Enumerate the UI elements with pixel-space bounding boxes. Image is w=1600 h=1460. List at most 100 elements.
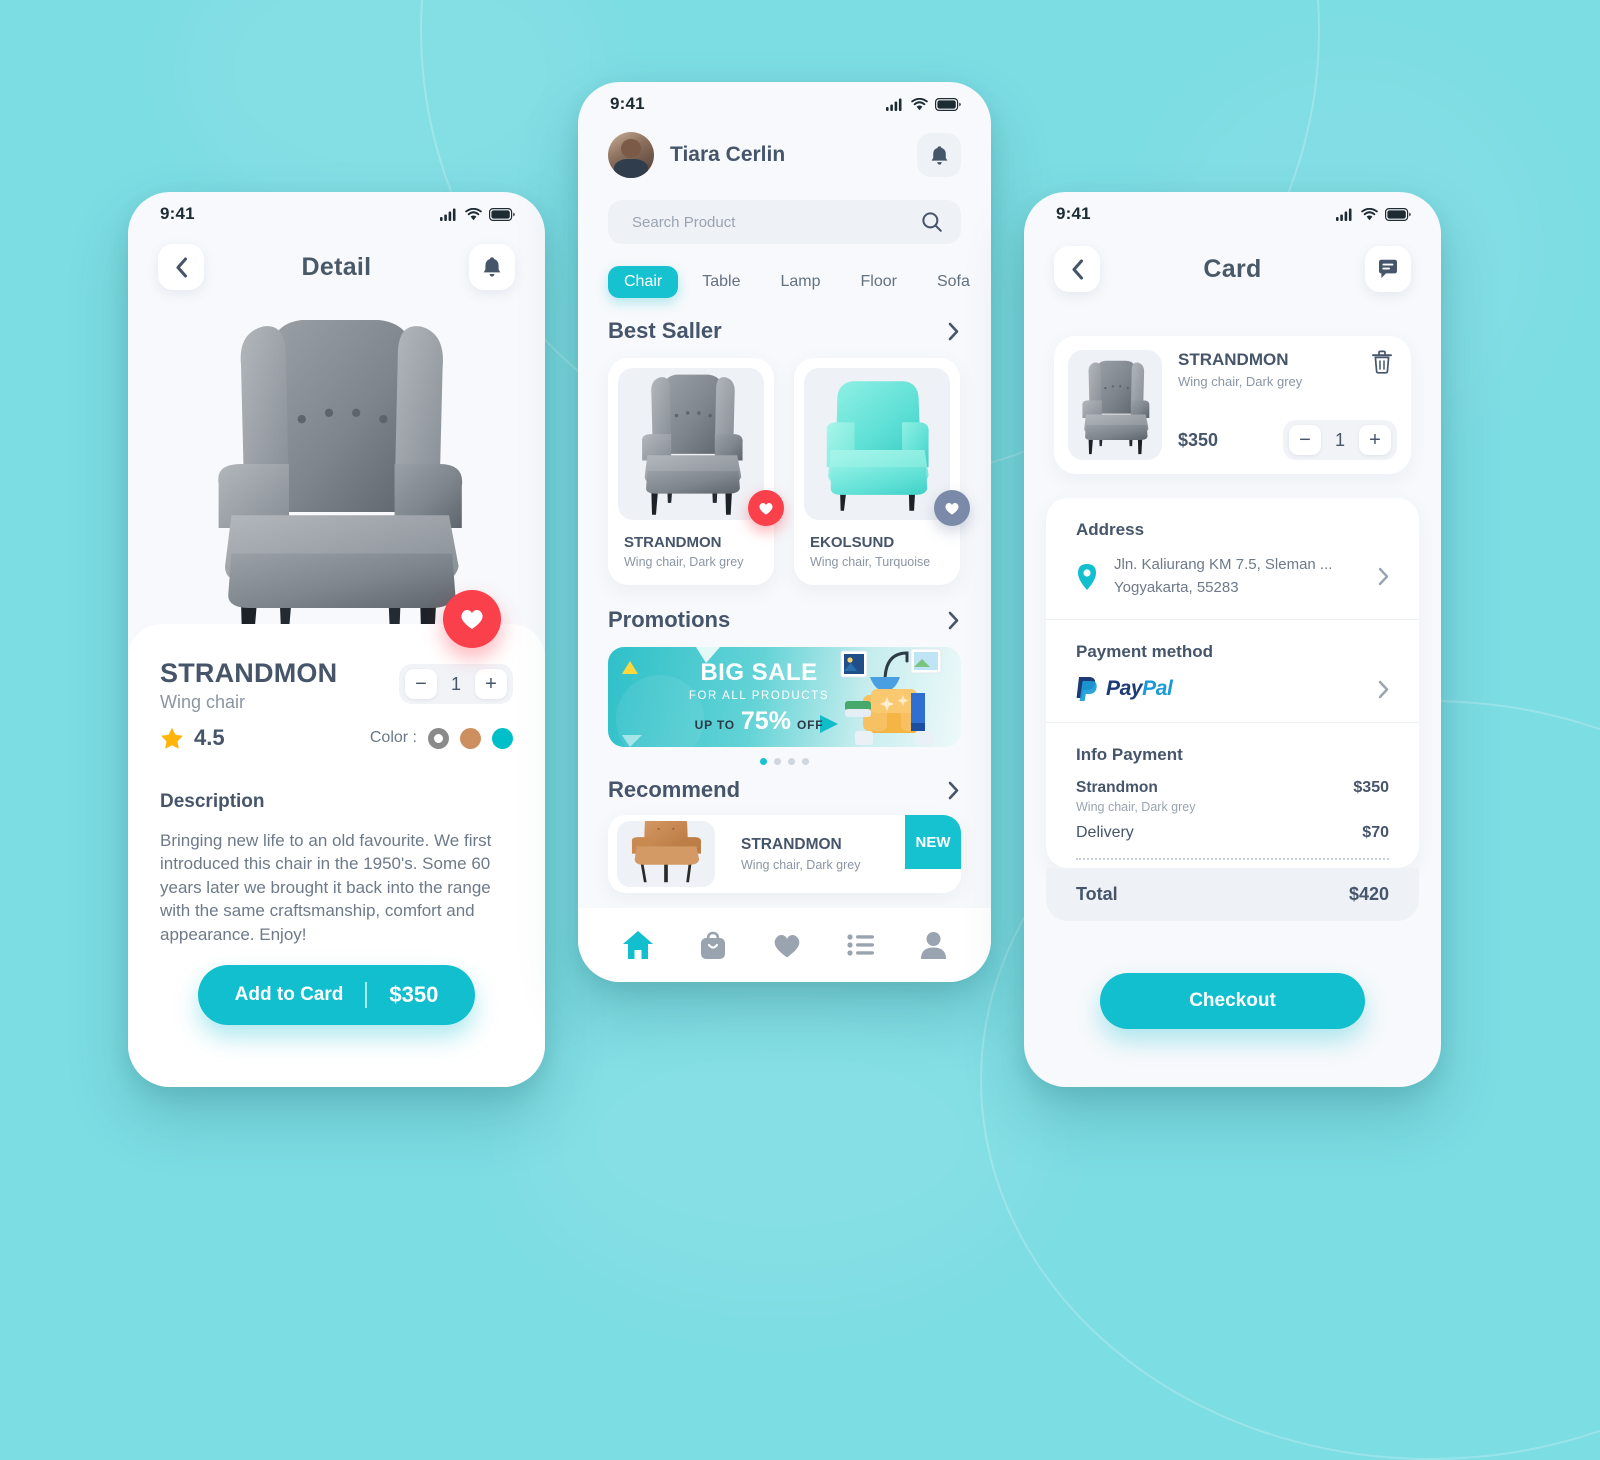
promo-illustration	[840, 648, 942, 745]
heart-icon	[759, 502, 773, 515]
category-tab-lamp[interactable]: Lamp	[764, 266, 836, 298]
bell-icon	[931, 145, 947, 165]
search-bar[interactable]	[608, 200, 961, 244]
list-icon[interactable]	[847, 933, 875, 957]
notifications-button[interactable]	[468, 244, 515, 290]
bag-icon[interactable]	[699, 931, 727, 960]
payment-method-section[interactable]: Payment method PayPal	[1046, 620, 1419, 723]
promotions-header: Promotions	[578, 585, 991, 633]
chevron-right-icon[interactable]	[948, 781, 959, 800]
chevron-right-icon[interactable]	[948, 611, 959, 630]
address-line-2: Yogyakarta, 55283	[1114, 578, 1239, 596]
carousel-dot[interactable]	[802, 758, 809, 765]
heart-icon[interactable]	[772, 932, 802, 959]
add-to-card-price: $350	[389, 982, 439, 1007]
profile-icon[interactable]	[920, 931, 947, 959]
quantity-decrease-button[interactable]: −	[405, 669, 437, 699]
product-image	[1068, 350, 1162, 460]
product-name: STRANDMON	[741, 836, 842, 853]
paypal-label-b: Pal	[1142, 677, 1173, 700]
background-blob	[520, 980, 1040, 1300]
address-heading: Address	[1076, 520, 1145, 539]
color-selector[interactable]: Color :	[370, 727, 513, 749]
page-title: Detail	[301, 252, 372, 281]
avatar[interactable]	[608, 132, 654, 178]
promo-off: OFF	[796, 718, 824, 732]
quantity-decrease-button[interactable]: −	[1289, 425, 1321, 455]
product-name: EKOLSUND	[810, 534, 895, 551]
category-tab-table[interactable]: Table	[686, 266, 756, 298]
promo-upto: UP TO	[694, 718, 735, 732]
product-card[interactable]: EKOLSUND Wing chair, Turquoise	[794, 358, 970, 585]
quantity-stepper[interactable]: − 1 +	[1283, 420, 1397, 460]
detail-navbar: Detail	[128, 236, 545, 290]
color-swatch-turquoise[interactable]	[492, 727, 513, 749]
favorite-button[interactable]	[934, 490, 970, 526]
promotion-banner[interactable]: BIG SALE FOR ALL PRODUCTS UP TO 75% OFF	[608, 647, 961, 747]
cart-item: STRANDMON Wing chair, Dark grey $350 − 1…	[1054, 336, 1411, 474]
battery-icon	[1385, 207, 1411, 221]
category-tab-floor[interactable]: Floor	[845, 266, 913, 298]
category-tabs[interactable]: Chair Table Lamp Floor Sofa	[578, 244, 991, 298]
product-subtitle: Wing chair	[160, 692, 246, 712]
rating-value: 4.5	[194, 725, 225, 750]
product-image	[617, 821, 715, 887]
phone-detail-screen: 9:41 Detail STRANDMON Wing chair − 1 + 4…	[128, 192, 545, 1087]
chat-button[interactable]	[1364, 246, 1411, 292]
carousel-dot[interactable]	[760, 758, 767, 765]
battery-icon	[489, 207, 515, 221]
chair-image	[624, 368, 758, 520]
carousel-dot[interactable]	[788, 758, 795, 765]
back-button[interactable]	[158, 244, 204, 290]
favorite-button[interactable]	[443, 590, 501, 648]
status-time: 9:41	[1056, 204, 1091, 223]
recommend-card[interactable]: STRANDMON Wing chair, Dark grey NEW	[608, 815, 961, 893]
carousel-dot[interactable]	[774, 758, 781, 765]
quantity-increase-button[interactable]: +	[1359, 425, 1391, 455]
chevron-right-icon[interactable]	[1378, 680, 1389, 699]
promo-percent: 75%	[740, 707, 791, 735]
favorite-button[interactable]	[748, 490, 784, 526]
category-tab-sofa[interactable]: Sofa	[921, 266, 986, 298]
quantity-stepper[interactable]: − 1 +	[399, 664, 513, 704]
total-amount: $420	[1348, 884, 1389, 904]
status-bar: 9:41	[128, 192, 545, 236]
payment-method-heading: Payment method	[1076, 642, 1213, 661]
color-swatch-dark-grey[interactable]	[428, 727, 449, 749]
chevron-right-icon[interactable]	[948, 322, 959, 341]
address-section[interactable]: Address Jln. Kaliurang KM 7.5, Sleman ..…	[1046, 498, 1419, 620]
status-bar: 9:41	[1024, 192, 1441, 236]
promo-headline: BIG SALE	[700, 659, 818, 686]
total-row: Total $420	[1046, 868, 1419, 921]
chevron-right-icon[interactable]	[1378, 567, 1389, 586]
chair-image	[810, 368, 944, 520]
quantity-increase-button[interactable]: +	[475, 669, 507, 699]
paypal-option[interactable]: PayPal	[1076, 676, 1173, 702]
battery-icon	[935, 97, 961, 111]
home-header: Tiara Cerlin	[578, 126, 991, 178]
color-swatch-tan[interactable]	[460, 727, 481, 749]
search-input[interactable]	[632, 213, 875, 231]
search-icon[interactable]	[921, 211, 943, 233]
back-button[interactable]	[1054, 246, 1100, 292]
product-price: $350	[1178, 429, 1219, 450]
total-label: Total	[1076, 884, 1118, 904]
trash-icon[interactable]	[1371, 350, 1393, 374]
product-card[interactable]: STRANDMON Wing chair, Dark grey	[608, 358, 784, 585]
promotion-text: BIG SALE FOR ALL PRODUCTS UP TO 75% OFF	[664, 661, 854, 736]
category-tab-chair[interactable]: Chair	[608, 266, 679, 298]
divider	[1076, 858, 1389, 860]
home-icon[interactable]	[622, 930, 654, 960]
product-subtitle: Wing chair, Dark grey	[624, 555, 744, 569]
status-time: 9:41	[160, 204, 195, 223]
heart-icon	[461, 610, 483, 629]
carousel-dots[interactable]	[578, 758, 991, 765]
line-item-name: Strandmon	[1076, 779, 1158, 796]
chevron-left-icon	[1071, 258, 1083, 280]
checkout-button[interactable]: Checkout	[1100, 973, 1365, 1029]
status-time: 9:41	[610, 94, 645, 113]
notifications-button[interactable]	[917, 133, 961, 177]
wifi-icon	[465, 207, 482, 220]
user-name: Tiara Cerlin	[670, 143, 786, 166]
add-to-card-button[interactable]: Add to Card $350	[198, 965, 475, 1025]
